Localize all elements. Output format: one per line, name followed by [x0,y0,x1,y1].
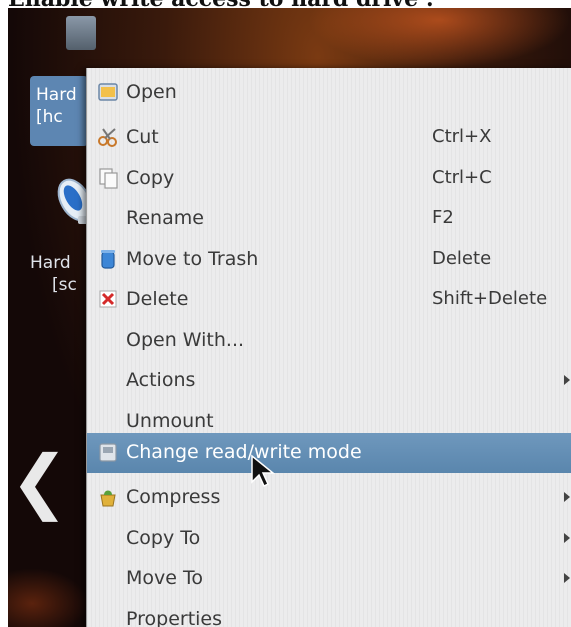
mouse-cursor-icon [251,454,276,488]
delete-icon [99,290,117,308]
compress-icon [100,490,116,507]
menu-item-move-to-trash[interactable]: Move to Trash Delete [87,240,571,280]
menu-item-shortcut: Shift+Delete [432,288,548,309]
menu-item-label: Copy [126,167,175,189]
hard-drive-icon[interactable] [66,16,96,50]
menu-item-label: Cut [126,126,159,148]
open-icon [98,83,118,101]
context-menu: Open Cut Ctrl+X Copy Ctrl+C Rename F2 Mo… [86,68,571,627]
hard-drive-desktop-item[interactable]: Hard [hc [30,76,88,146]
menu-item-label: Actions [126,369,196,391]
submenu-arrow-icon [564,492,570,502]
menu-item-label: Open With... [126,329,245,351]
menu-item-label: Change read/write mode [126,441,362,463]
hard-drive-desktop-item-2[interactable]: Hard [sc [30,252,77,296]
menu-item-cut[interactable]: Cut Ctrl+X [87,118,571,158]
menu-item-properties[interactable]: Properties [87,600,571,627]
trash-icon [101,250,115,269]
menu-item-label: Rename [126,207,204,229]
menu-item-rename[interactable]: Rename F2 [87,199,571,239]
menu-item-shortcut: Ctrl+X [432,126,492,147]
menu-item-label: Unmount [126,410,214,432]
menu-item-open[interactable]: Open [87,73,571,113]
menu-item-shortcut: F2 [432,207,454,228]
desktop-item-label-line: [hc [36,107,63,127]
desktop-item-label-line: [sc [52,275,77,295]
menu-item-label: Properties [126,608,223,627]
desktop-item-label-line: Hard [36,85,77,105]
menu-item-compress[interactable]: Compress [87,478,571,518]
submenu-arrow-icon [564,375,570,385]
desktop-photo: Hard [hc Hard [sc ❮ Open Cut Ctrl+X Copy… [8,8,571,627]
menu-item-label: Open [126,81,177,103]
menu-item-copy[interactable]: Copy Ctrl+C [87,159,571,199]
menu-item-move-to[interactable]: Move To [87,559,571,599]
menu-item-delete[interactable]: Delete Shift+Delete [87,280,571,320]
menu-item-label: Move To [126,567,203,589]
menu-item-actions[interactable]: Actions [87,361,571,401]
desktop-item-label-line: Hard [30,253,71,273]
scissors-icon [98,128,117,147]
menu-item-open-with[interactable]: Open With... [87,321,571,361]
submenu-arrow-icon [564,573,570,583]
menu-item-shortcut: Ctrl+C [432,167,492,188]
menu-item-label: Delete [126,288,189,310]
submenu-arrow-icon [564,533,570,543]
menu-item-change-read-write-mode[interactable]: Change read/write mode [87,433,571,473]
menu-item-copy-to[interactable]: Copy To [87,519,571,559]
menu-item-label: Copy To [126,527,201,549]
chevron-left-icon[interactable]: ❮ [10,446,69,516]
menu-item-shortcut: Delete [432,248,492,269]
menu-item-label: Move to Trash [126,248,259,270]
menu-item-label: Compress [126,486,221,508]
drive-icon [99,443,117,462]
copy-icon [99,168,118,189]
